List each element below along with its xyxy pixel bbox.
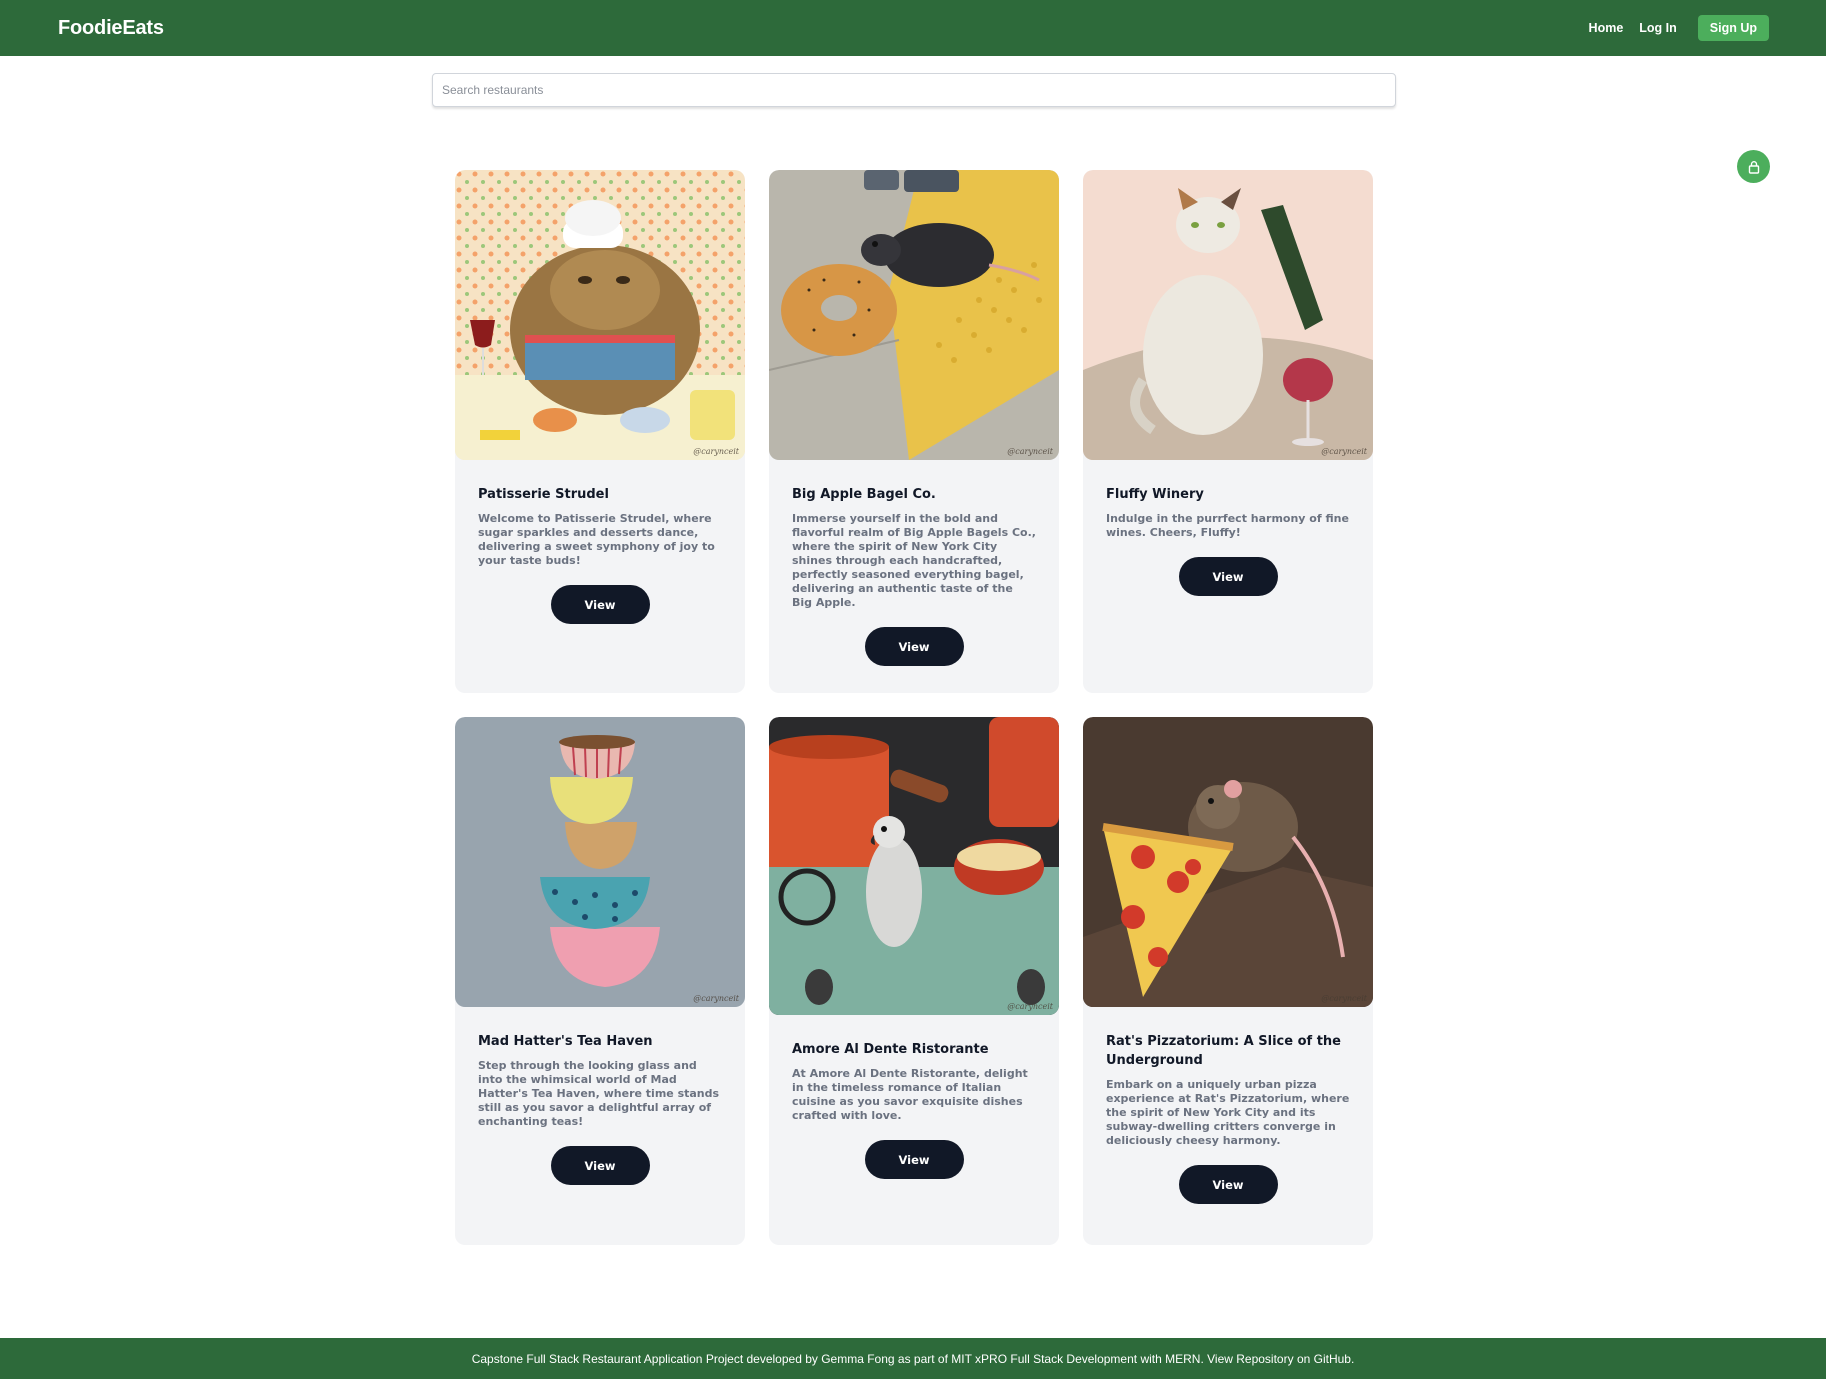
restaurant-image: @carynceit — [1083, 170, 1373, 460]
card-body: Rat's Pizzatorium: A Slice of the Underg… — [1083, 1007, 1373, 1204]
teacups-illustration — [455, 717, 745, 1007]
search-bar — [432, 73, 1396, 107]
restaurant-name: Big Apple Bagel Co. — [792, 487, 936, 502]
parrot-pasta-illustration — [769, 717, 1059, 1015]
view-button[interactable]: View — [1178, 557, 1278, 596]
view-button[interactable]: View — [550, 1146, 650, 1185]
cart-button[interactable] — [1737, 150, 1770, 183]
view-button[interactable]: View — [1178, 1165, 1278, 1204]
card-body: Mad Hatter's Tea Haven Step through the … — [455, 1007, 745, 1185]
artist-signature: @carynceit — [1321, 994, 1367, 1003]
view-button[interactable]: View — [864, 627, 964, 666]
search-input[interactable] — [433, 74, 1395, 106]
lock-icon — [1748, 160, 1759, 174]
restaurant-grid: @carynceit Patisserie Strudel Welcome to… — [455, 170, 1374, 1245]
nav-home-link[interactable]: Home — [1589, 21, 1624, 35]
card-body: Big Apple Bagel Co. Immerse yourself in … — [769, 460, 1059, 666]
view-button[interactable]: View — [864, 1140, 964, 1179]
restaurant-card: @carynceit Rat's Pizzatorium: A Slice of… — [1083, 717, 1373, 1245]
rat-bagel-illustration — [769, 170, 1059, 460]
restaurant-name: Amore Al Dente Ristorante — [792, 1042, 989, 1057]
restaurant-image: @carynceit — [1083, 717, 1373, 1007]
rat-pizza-illustration — [1083, 717, 1373, 1007]
pastry-chef-illustration — [455, 170, 745, 460]
card-body: Amore Al Dente Ristorante At Amore Al De… — [769, 1015, 1059, 1179]
nav-login-link[interactable]: Log In — [1639, 21, 1677, 35]
restaurant-description: Welcome to Patisserie Strudel, where sug… — [478, 512, 715, 567]
restaurant-name: Patisserie Strudel — [478, 487, 609, 502]
top-navbar: FoodieEats Home Log In Sign Up — [0, 0, 1826, 56]
restaurant-description: Embark on a uniquely urban pizza experie… — [1106, 1078, 1350, 1147]
restaurant-card: @carynceit Big Apple Bagel Co. Immerse y… — [769, 170, 1059, 693]
cat-wine-illustration — [1083, 170, 1373, 460]
restaurant-description: Indulge in the purrfect harmony of fine … — [1106, 512, 1349, 539]
card-body: Patisserie Strudel Welcome to Patisserie… — [455, 460, 745, 624]
restaurant-card: @carynceit Amore Al Dente Ristorante At … — [769, 717, 1059, 1245]
artist-signature: @carynceit — [1007, 447, 1053, 456]
signup-button[interactable]: Sign Up — [1697, 15, 1769, 41]
restaurant-image: @carynceit — [455, 170, 745, 460]
restaurant-description: Immerse yourself in the bold and flavorf… — [792, 512, 1036, 609]
restaurant-name: Fluffy Winery — [1106, 487, 1204, 502]
view-button[interactable]: View — [550, 585, 650, 624]
page-footer: Capstone Full Stack Restaurant Applicati… — [0, 1338, 1826, 1379]
restaurant-card: @carynceit Mad Hatter's Tea Haven Step t… — [455, 717, 745, 1245]
artist-signature: @carynceit — [693, 994, 739, 1003]
restaurant-image: @carynceit — [455, 717, 745, 1007]
restaurant-card: @carynceit Patisserie Strudel Welcome to… — [455, 170, 745, 693]
restaurant-description: At Amore Al Dente Ristorante, delight in… — [792, 1067, 1028, 1122]
restaurant-image: @carynceit — [769, 170, 1059, 460]
nav-links: Home Log In Sign Up — [1589, 15, 1769, 41]
restaurant-card: @carynceit Fluffy Winery Indulge in the … — [1083, 170, 1373, 693]
footer-text: Capstone Full Stack Restaurant Applicati… — [471, 1351, 1355, 1366]
brand-logo[interactable]: FoodieEats — [58, 17, 164, 40]
restaurant-name: Mad Hatter's Tea Haven — [478, 1034, 653, 1049]
artist-signature: @carynceit — [1007, 1002, 1053, 1011]
artist-signature: @carynceit — [1321, 447, 1367, 456]
restaurant-description: Step through the looking glass and into … — [478, 1059, 720, 1128]
artist-signature: @carynceit — [693, 447, 739, 456]
restaurant-name: Rat's Pizzatorium: A Slice of the Underg… — [1106, 1034, 1341, 1068]
card-body: Fluffy Winery Indulge in the purrfect ha… — [1083, 460, 1373, 596]
restaurant-image: @carynceit — [769, 717, 1059, 1015]
